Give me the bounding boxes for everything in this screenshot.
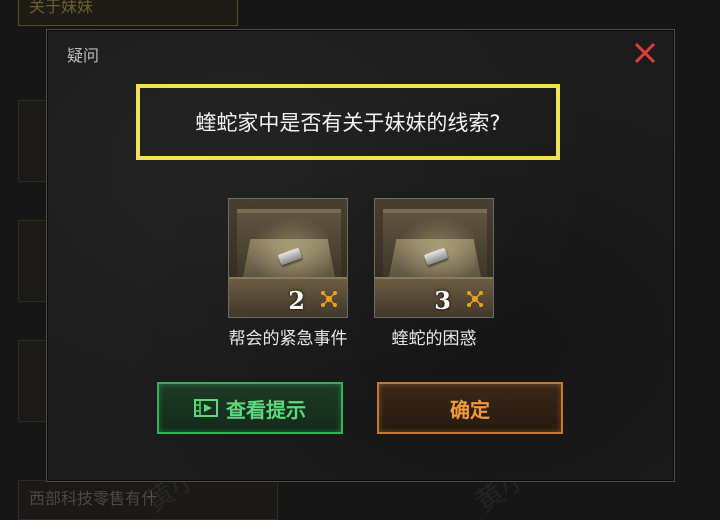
clue-item-card[interactable]: 3 [374, 198, 494, 318]
view-hint-button[interactable]: 查看提示 [157, 382, 343, 434]
dialog-title: 疑问 [67, 46, 100, 65]
background-list-item [18, 100, 48, 182]
clue-item-card[interactable]: 2 [228, 198, 348, 318]
clue-network-icon [321, 291, 337, 307]
video-icon [194, 399, 218, 417]
item-count: 3 [434, 286, 451, 315]
view-hint-label: 查看提示 [226, 397, 306, 422]
drawer-light [395, 217, 475, 277]
close-button[interactable] [632, 40, 658, 66]
background-list-item: 西部科技零售有什 [18, 480, 278, 520]
question-text: 蝰蛇家中是否有关于妹妹的线索? [136, 84, 560, 160]
drawer-light [249, 217, 329, 277]
clue-network-icon [467, 291, 483, 307]
question-label: 蝰蛇家中是否有关于妹妹的线索? [195, 111, 501, 135]
item-label: 蝰蛇的困惑 [391, 329, 477, 349]
question-dialog: 疑问 蝰蛇家中是否有关于妹妹的线索? 2 帮会的紧急事件 3 蝰蛇的困惑 查看提… [46, 29, 675, 482]
background-list-item: 关于妹妹 [18, 0, 238, 26]
background-list-item [18, 220, 48, 302]
background-list-item [18, 340, 48, 422]
item-label: 帮会的紧急事件 [228, 329, 348, 349]
confirm-label: 确定 [450, 397, 490, 422]
close-icon [634, 42, 656, 64]
item-count: 2 [288, 286, 305, 315]
confirm-button[interactable]: 确定 [377, 382, 563, 434]
